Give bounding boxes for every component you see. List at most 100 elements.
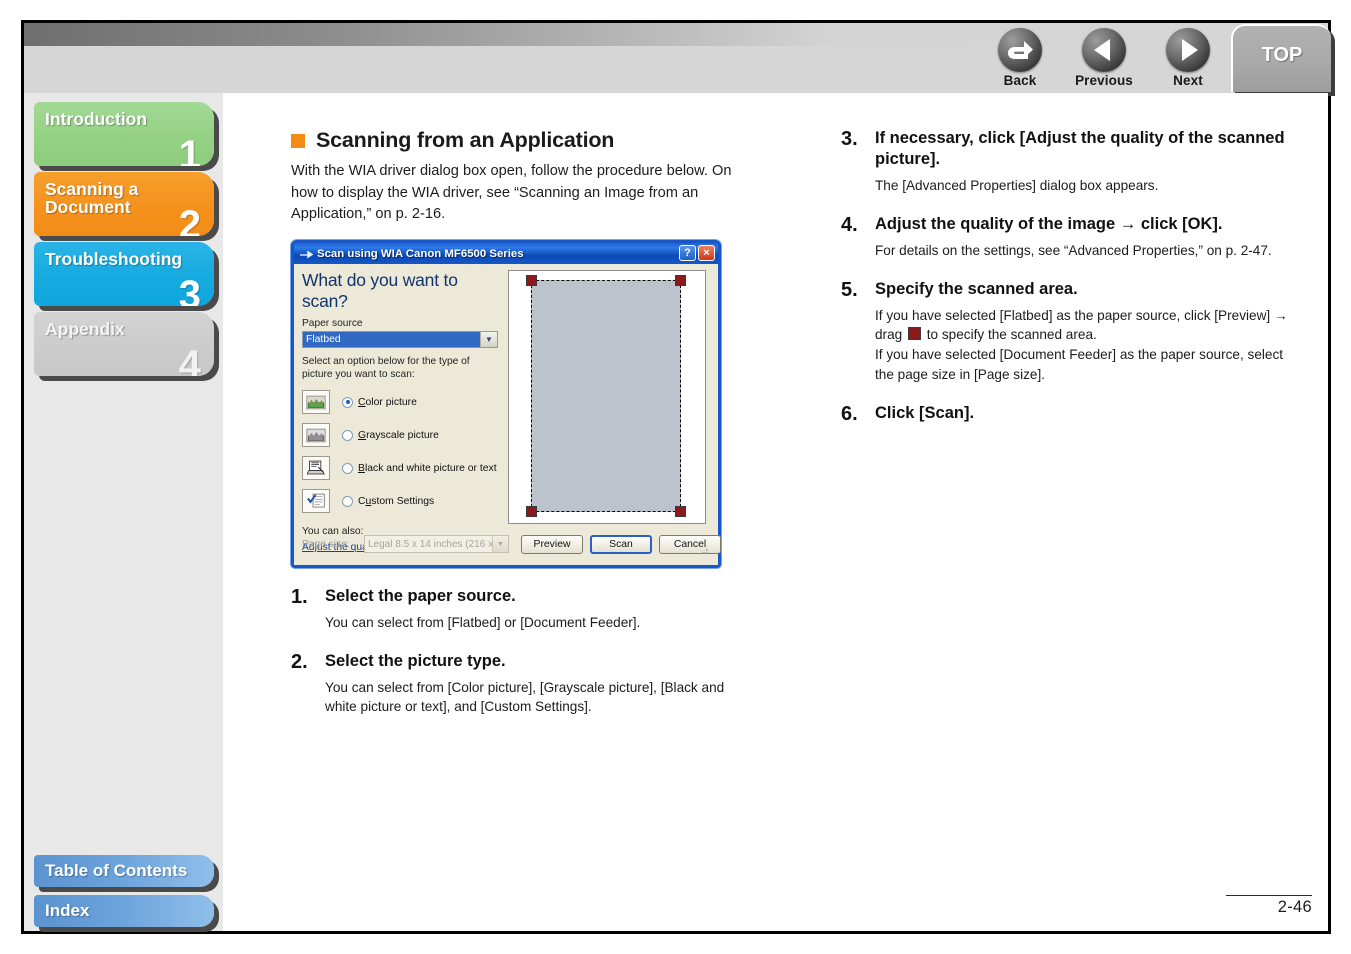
help-button[interactable]: ? [679,245,696,262]
step-body: You can select from [Flatbed] or [Docume… [325,614,641,630]
chevron-down-icon: ▼ [492,536,508,553]
selection-handle-bottom-left[interactable] [526,506,537,518]
selection-handle-bottom-right[interactable] [675,506,686,518]
step-title: If necessary, click [Adjust the quality … [875,129,1285,169]
step-number: 1. [291,586,308,609]
sidebar-item-label: Index [45,901,90,920]
sidebar-item-appendix[interactable]: Appendix 4 [34,312,214,376]
sidebar-item-table-of-contents[interactable]: Table of Contents [34,855,214,887]
orange-square-bullet-icon [291,133,305,148]
close-icon[interactable]: × [698,245,715,262]
scanner-icon [299,247,314,260]
step-body-composite: If you have selected [Flatbed] as the pa… [875,306,1289,384]
scan-preview-pane[interactable] [508,270,706,525]
chevron-down-icon: ▼ [480,332,497,348]
picture-type-option-color[interactable]: Color picture [302,390,498,415]
step-number: 3. [841,128,858,150]
step-body: The [Advanced Properties] dialog box app… [875,177,1159,193]
sidebar-item-number: 3 [178,273,201,306]
picture-type-label: Grayscale picture [358,429,439,441]
red-handle-swatch-icon [907,327,921,341]
page-number-rule [1226,894,1312,896]
page-size-select[interactable]: Legal 8.5 x 14 inches (216 x 356 ▼ [364,535,509,554]
dialog-footer: Page size: Legal 8.5 x 14 inches (216 x … [302,535,721,555]
preview-button[interactable]: Preview [521,535,583,555]
step-title: Click [Scan]. [875,404,975,423]
picture-type-label: Black and white picture or text [358,462,497,474]
right-triangle-icon [1182,39,1198,61]
sidebar-item-scanning-a-document[interactable]: Scanning a Document 2 [34,172,214,236]
dialog-question: What do you want to scan? [302,270,458,312]
right-column: 3. If necessary, click [Adjust the quali… [841,128,1289,426]
radio-color-picture[interactable] [342,396,353,408]
step-4: 4. Adjust the quality of the image → cli… [841,214,1289,260]
step-title: Specify the scanned area. [875,280,1078,299]
section-heading: Scanning from an Application [291,128,746,153]
previous-button-circle [1082,28,1126,72]
next-button[interactable]: Next [1153,28,1223,92]
radio-bw-picture-or-text[interactable] [342,462,353,474]
sidebar-item-troubleshooting[interactable]: Troubleshooting 3 [34,242,214,306]
next-button-label: Next [1173,73,1203,88]
navigation-buttons: Back Previous Next [985,24,1230,92]
sidebar-item-introduction[interactable]: Introduction 1 [34,102,214,166]
step-body: For details on the settings, see “Advanc… [875,242,1272,258]
sidebar-item-label: Table of Contents [45,861,188,880]
paper-source-value: Flatbed [303,332,480,348]
bw-document-icon [302,456,330,481]
main-content: Scanning from an Application With the WI… [223,93,1328,931]
paper-source-select[interactable]: Flatbed ▼ [302,331,498,349]
step-number: 2. [291,651,308,674]
selection-area[interactable] [526,275,686,518]
page-number-block: 2-46 [1226,894,1312,918]
left-column: Scanning from an Application With the WI… [291,128,746,717]
top-button[interactable]: TOP [1231,24,1331,92]
paper-source-label: Paper source [302,318,363,330]
back-button[interactable]: Back [985,28,1055,92]
dialog-title-text: Scan using WIA Canon MF6500 Series [317,247,524,260]
step-3: 3. If necessary, click [Adjust the quali… [841,128,1289,195]
step-title: Adjust the quality of the image → click … [875,215,1223,234]
left-triangle-icon [1094,39,1110,61]
back-button-label: Back [1003,73,1037,88]
page-title: Scanning from an Application [316,128,615,152]
intro-paragraph: With the WIA driver dialog box open, fol… [291,163,732,223]
picture-type-option-grayscale[interactable]: Grayscale picture [302,423,498,448]
scan-button[interactable]: Scan [590,535,652,555]
sidebar-item-label: Appendix [45,319,125,339]
radio-grayscale-picture[interactable] [342,429,353,441]
picture-type-option-custom[interactable]: Custom Settings [302,489,498,514]
radio-custom-settings[interactable] [342,495,353,507]
page-size-label: Page size: [302,539,350,551]
picture-type-instruction: Select an option below for the type of p… [302,356,470,381]
step-number: 6. [841,403,858,426]
back-button-circle [998,28,1042,72]
step-number: 4. [841,214,858,237]
picture-type-label: Color picture [358,396,417,408]
selection-handle-top-right[interactable] [675,275,686,287]
step-number: 5. [841,279,858,302]
wia-dialog-figure: Scan using WIA Canon MF6500 Series ? × W… [291,240,746,580]
sidebar-item-label: Scanning a Document [45,179,139,218]
page-border-bottom [21,931,1331,934]
sidebar: Introduction 1 Scanning a Document 2 Tro… [24,93,223,931]
step-title: Select the paper source. [325,587,516,606]
picture-type-option-bw[interactable]: Black and white picture or text [302,456,498,481]
sidebar-item-number: 1 [178,133,201,166]
manual-page: Back Previous Next TOP Introduction 1 Sc… [0,0,1351,954]
previous-button[interactable]: Previous [1069,28,1139,92]
picture-type-label: Custom Settings [358,495,435,507]
sidebar-item-label: Troubleshooting [45,249,183,269]
wia-scan-dialog: Scan using WIA Canon MF6500 Series ? × W… [291,240,721,569]
selection-handle-top-left[interactable] [526,275,537,287]
previous-button-label: Previous [1075,73,1133,88]
step-body-part3: If you have selected [Document Feeder] a… [875,347,1284,382]
cancel-button[interactable]: Cancel [659,535,721,555]
scan-button-label: Scan [609,539,633,551]
sidebar-item-index[interactable]: Index [34,895,214,927]
resize-grip-icon[interactable] [699,545,709,555]
sidebar-item-number: 4 [178,343,201,376]
step-body-part2: to specify the scanned area. [922,327,1097,343]
page-number: 2-46 [1277,898,1312,916]
back-arrow-icon [1008,41,1033,59]
